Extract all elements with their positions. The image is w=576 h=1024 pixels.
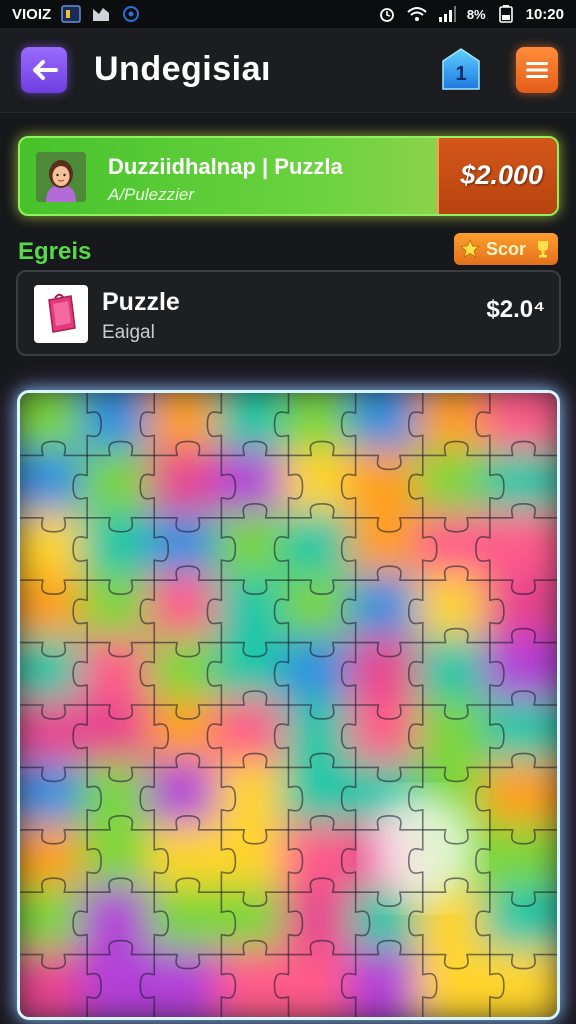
- battery-percent: 8%: [466, 6, 486, 22]
- player-subtitle: A/Pulezzier: [108, 185, 194, 204]
- player-card[interactable]: Duzziidhalnap | Puzzla A/Pulezzier $2.00…: [18, 136, 559, 216]
- avatar: [36, 152, 86, 202]
- alarm-icon: [377, 5, 397, 23]
- puzzle-piece-color: [483, 948, 557, 1017]
- gallery-notification-icon: [91, 5, 111, 23]
- score-button[interactable]: Scor: [454, 233, 558, 265]
- status-bar: VIOIZ 8% 10:20: [0, 0, 576, 28]
- puzzle-board[interactable]: [17, 390, 560, 1020]
- star-icon: [460, 239, 480, 258]
- status-left: VIOIZ: [12, 5, 141, 23]
- player-price: $2.000: [460, 160, 543, 190]
- page-title: Undegisiaı: [94, 50, 271, 88]
- signal-icon: [437, 5, 457, 23]
- level-button[interactable]: 1: [441, 47, 481, 93]
- item-name: Puzzle: [102, 288, 180, 316]
- item-thumbnail: [34, 285, 88, 343]
- item-price: $2.0⁴: [486, 296, 545, 323]
- trophy-icon: [538, 241, 548, 258]
- status-right: 8% 10:20: [377, 5, 564, 23]
- back-button[interactable]: [21, 47, 67, 93]
- player-avatar-icon: [36, 152, 86, 202]
- app-header: Undegisiaı 1: [0, 28, 576, 113]
- battery-icon: [496, 5, 516, 23]
- app-notification-icon: [61, 5, 81, 23]
- hamburger-menu-icon: [526, 62, 548, 78]
- item-card[interactable]: Puzzle Eaigal $2.0⁴: [16, 270, 561, 356]
- menu-button[interactable]: [516, 47, 558, 93]
- score-button-label: Scor: [486, 238, 527, 259]
- puzzle-box-icon: [48, 293, 76, 333]
- clock: 10:20: [525, 5, 564, 23]
- puzzle-board-canvas[interactable]: [20, 393, 557, 1017]
- item-subtitle: Eaigal: [102, 322, 155, 343]
- wifi-icon: [407, 5, 427, 23]
- back-arrow-icon: [33, 60, 58, 80]
- section-label: Egreis: [18, 238, 92, 265]
- sync-notification-icon: [121, 5, 141, 23]
- player-name: Duzziidhalnap | Puzzla: [108, 154, 343, 179]
- carrier-label: VIOIZ: [12, 5, 52, 23]
- level-number: 1: [455, 62, 467, 85]
